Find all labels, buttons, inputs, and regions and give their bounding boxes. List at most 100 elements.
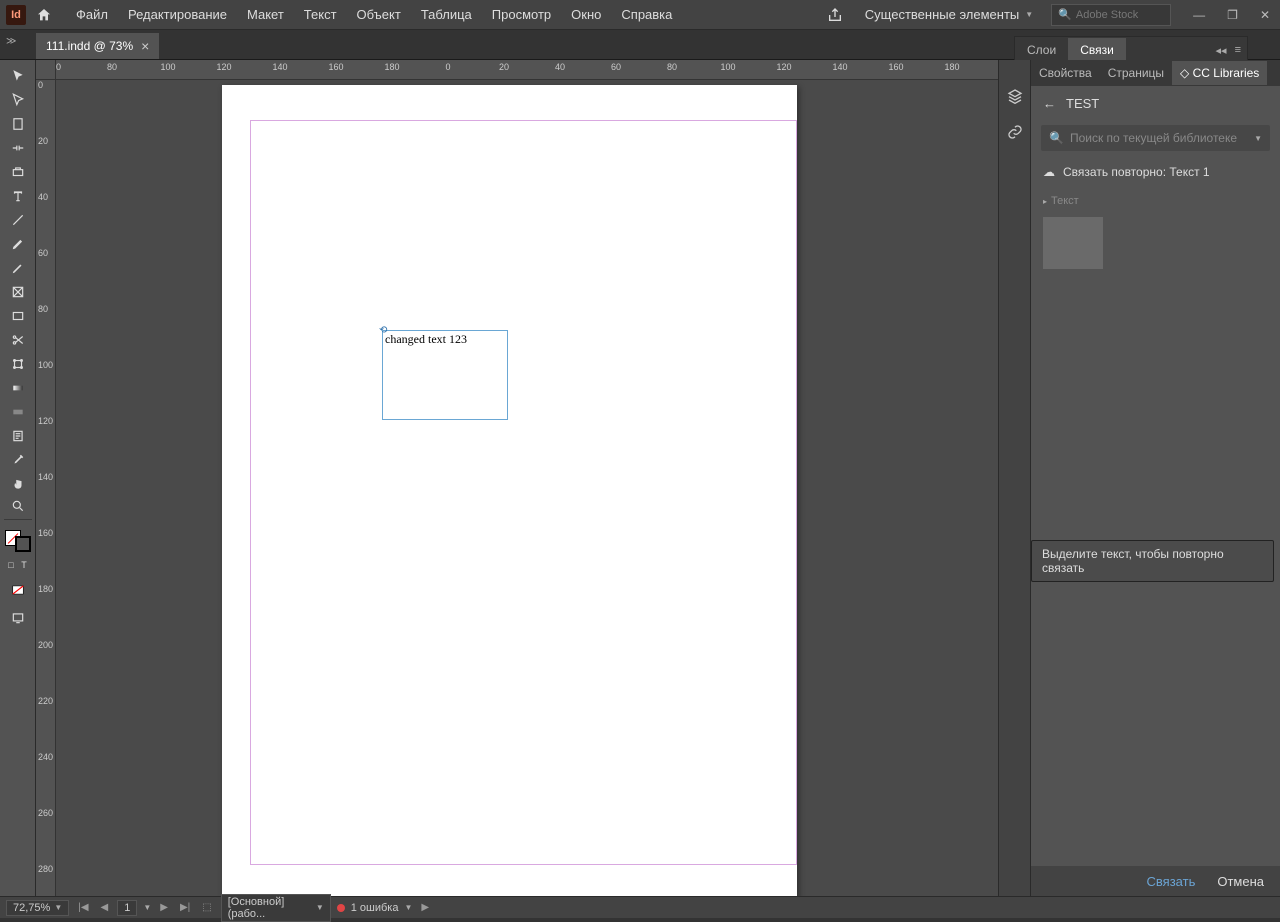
- search-icon: 🔍: [1049, 131, 1064, 145]
- menu-view[interactable]: Просмотр: [482, 3, 561, 26]
- search-placeholder: Поиск по текущей библиотеке: [1070, 131, 1237, 145]
- preflight-profile[interactable]: [Основной] (рабо... ▼: [221, 894, 331, 922]
- maximize-button[interactable]: ❐: [1223, 6, 1242, 24]
- cc-libraries-panel: Свойства Страницы ◇ CC Libraries ← TEST …: [1030, 60, 1280, 896]
- library-asset-thumb[interactable]: [1043, 217, 1103, 269]
- page-dropdown-icon[interactable]: ▼: [143, 903, 151, 912]
- errors-dropdown-icon[interactable]: ▼: [404, 903, 412, 912]
- last-page-icon[interactable]: ▶|: [177, 902, 193, 913]
- menu-help[interactable]: Справка: [611, 3, 682, 26]
- status-bar: 72,75% ▼ |◀ ◀ 1 ▼ ▶ ▶| ⬚ [Основной] (раб…: [0, 896, 1280, 918]
- gradient-swatch-tool[interactable]: [4, 376, 32, 400]
- menu-text[interactable]: Текст: [294, 3, 347, 26]
- chevron-down-icon: ▼: [1025, 10, 1033, 19]
- direct-selection-tool[interactable]: [4, 88, 32, 112]
- panel-menu-icon[interactable]: ≡: [1235, 44, 1241, 57]
- type-tool[interactable]: [4, 184, 32, 208]
- zoom-tool[interactable]: [4, 496, 32, 520]
- status-menu-icon[interactable]: ▶: [418, 902, 432, 913]
- free-transform-tool[interactable]: [4, 352, 32, 376]
- first-page-icon[interactable]: |◀: [75, 902, 91, 913]
- vertical-ruler[interactable]: 020406080100120140160180200220240260280: [36, 80, 56, 896]
- layers-dock-icon[interactable]: [1003, 84, 1027, 108]
- scissors-tool[interactable]: [4, 328, 32, 352]
- prev-page-icon[interactable]: ◀: [98, 902, 112, 913]
- ruler-origin[interactable]: [36, 60, 56, 80]
- text-frame-content: changed text 123: [383, 331, 507, 348]
- tab-cc-libraries[interactable]: ◇ CC Libraries: [1172, 61, 1267, 85]
- close-icon[interactable]: ×: [141, 40, 149, 52]
- library-section-text[interactable]: ▸Текст: [1031, 189, 1280, 213]
- rectangle-frame-tool[interactable]: [4, 280, 32, 304]
- stock-placeholder: Adobe Stock: [1076, 9, 1138, 21]
- next-page-icon[interactable]: ▶: [157, 902, 171, 913]
- cancel-button[interactable]: Отмена: [1217, 874, 1264, 889]
- page-field[interactable]: 1: [117, 900, 137, 916]
- minimize-button[interactable]: —: [1189, 6, 1209, 24]
- menu-object[interactable]: Объект: [347, 3, 411, 26]
- tab-links[interactable]: Связи: [1068, 38, 1126, 62]
- stroke-swatch[interactable]: [15, 536, 31, 552]
- page-margin-guide: [250, 120, 797, 865]
- pencil-tool[interactable]: [4, 256, 32, 280]
- tab-layers[interactable]: Слои: [1015, 38, 1068, 62]
- error-indicator-icon: [337, 904, 345, 912]
- panel-dock: [998, 60, 1030, 896]
- open-bridge-icon[interactable]: ⬚: [199, 902, 214, 913]
- text-frame[interactable]: ⟲ changed text 123: [382, 330, 508, 420]
- tab-scroll-icon[interactable]: ≫: [6, 36, 16, 47]
- app-icon[interactable]: Id: [6, 5, 26, 25]
- tool-palette: □T: [0, 60, 36, 896]
- workspace-label: Существенные элементы: [865, 7, 1019, 22]
- adobe-stock-search[interactable]: 🔍 Adobe Stock: [1051, 4, 1171, 26]
- page-tool[interactable]: [4, 112, 32, 136]
- library-search[interactable]: 🔍 Поиск по текущей библиотеке ▼: [1041, 125, 1270, 151]
- gap-tool[interactable]: [4, 136, 32, 160]
- selection-tool[interactable]: [4, 64, 32, 88]
- horizontal-ruler[interactable]: 6080100120140160180020406080100120140160…: [56, 60, 998, 80]
- format-container-text[interactable]: □T: [5, 558, 31, 572]
- document-tab-title: 111.indd @ 73%: [46, 39, 133, 53]
- menubar: Id Файл Редактирование Макет Текст Объек…: [0, 0, 1280, 30]
- document-canvas[interactable]: ⟲ changed text 123: [56, 80, 998, 896]
- pen-tool[interactable]: [4, 232, 32, 256]
- menu-layout[interactable]: Макет: [237, 3, 294, 26]
- links-dock-icon[interactable]: [1003, 120, 1027, 144]
- home-icon[interactable]: [36, 7, 52, 23]
- back-arrow-icon: ←: [1043, 96, 1056, 111]
- linked-content-icon: ⟲: [379, 325, 387, 336]
- line-tool[interactable]: [4, 208, 32, 232]
- content-collector-tool[interactable]: [4, 160, 32, 184]
- close-button[interactable]: ✕: [1256, 6, 1274, 24]
- rectangle-tool[interactable]: [4, 304, 32, 328]
- menu-file[interactable]: Файл: [66, 3, 118, 26]
- page[interactable]: [222, 85, 797, 896]
- eyedropper-tool[interactable]: [4, 448, 32, 472]
- link-button[interactable]: Связать: [1147, 874, 1196, 889]
- screen-mode[interactable]: [4, 606, 32, 630]
- error-count[interactable]: 1 ошибка: [351, 902, 399, 914]
- menu-window[interactable]: Окно: [561, 3, 611, 26]
- relink-action[interactable]: ☁ Связать повторно: Текст 1: [1031, 155, 1280, 189]
- search-icon: 🔍: [1058, 8, 1072, 21]
- hand-tool[interactable]: [4, 472, 32, 496]
- share-icon[interactable]: [823, 3, 847, 27]
- document-tab[interactable]: 111.indd @ 73% ×: [36, 33, 159, 59]
- menu-table[interactable]: Таблица: [411, 3, 482, 26]
- library-name: TEST: [1066, 96, 1099, 111]
- workspace-switcher[interactable]: Существенные элементы ▼: [857, 3, 1041, 26]
- chevron-down-icon: ▼: [1254, 134, 1262, 143]
- tab-pages[interactable]: Страницы: [1100, 61, 1172, 85]
- relink-label: Связать повторно: Текст 1: [1063, 165, 1210, 179]
- tooltip: Выделите текст, чтобы повторно связать: [1031, 540, 1274, 582]
- library-back[interactable]: ← TEST: [1031, 86, 1280, 121]
- note-tool[interactable]: [4, 424, 32, 448]
- collapse-icon[interactable]: ◂◂: [1216, 44, 1227, 57]
- gradient-feather-tool[interactable]: [4, 400, 32, 424]
- cloud-icon: ☁: [1043, 165, 1055, 179]
- menu-edit[interactable]: Редактирование: [118, 3, 237, 26]
- zoom-field[interactable]: 72,75% ▼: [6, 900, 69, 916]
- fill-stroke-swatch[interactable]: [5, 530, 31, 548]
- apply-none[interactable]: [4, 578, 32, 602]
- tab-properties[interactable]: Свойства: [1031, 61, 1100, 85]
